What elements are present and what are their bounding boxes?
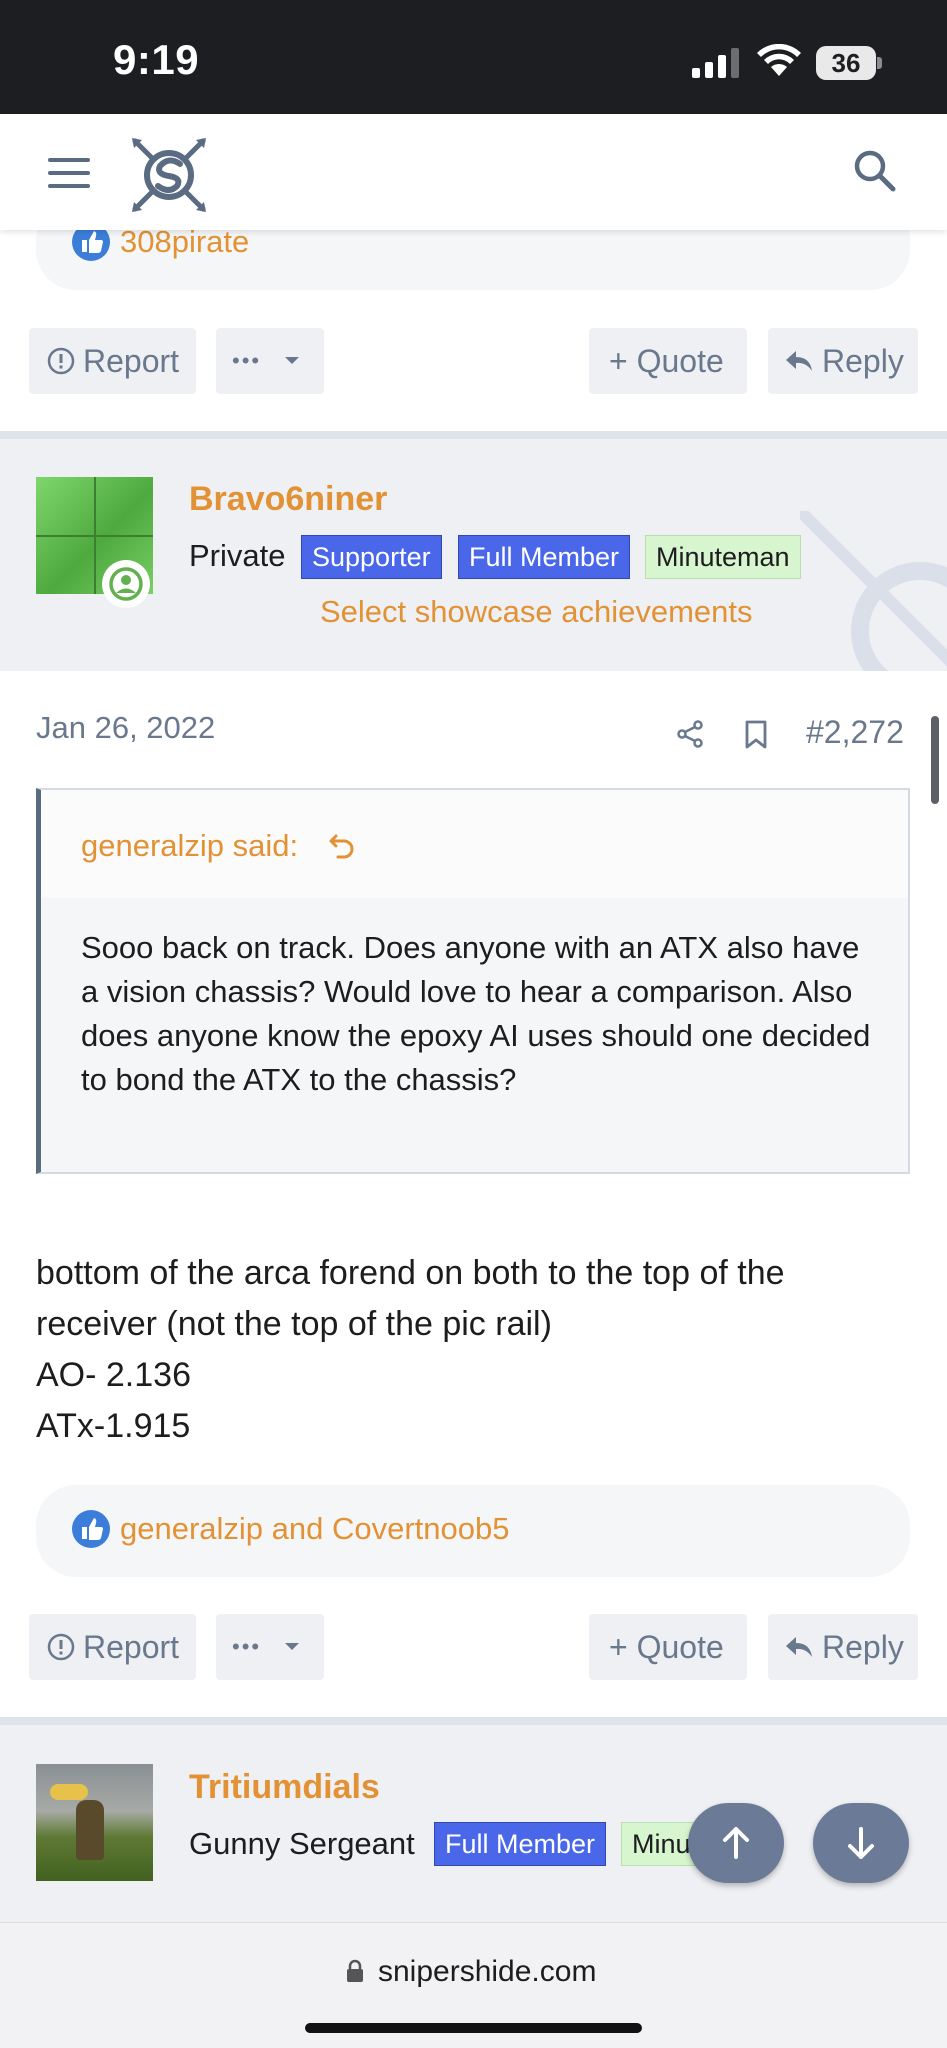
alert-icon bbox=[47, 347, 75, 375]
alert-icon bbox=[47, 1633, 75, 1661]
hamburger-menu-icon[interactable] bbox=[48, 158, 92, 188]
online-status-icon bbox=[102, 560, 150, 608]
showcase-achievements-link[interactable]: Select showcase achievements bbox=[320, 594, 753, 630]
reply-arrow-icon bbox=[786, 1637, 812, 1657]
reply-label: Reply bbox=[822, 1629, 904, 1665]
quote-label: + Quote bbox=[609, 1629, 724, 1665]
post-number[interactable]: #2,272 bbox=[806, 714, 904, 751]
quote-text: Sooo back on track. Does anyone with an … bbox=[81, 930, 871, 1097]
home-indicator[interactable] bbox=[305, 2023, 642, 2033]
user-rank: Gunny Sergeant bbox=[189, 1826, 415, 1861]
more-options-button[interactable]: ••• bbox=[216, 328, 324, 394]
quote-header[interactable]: generalzip said: bbox=[41, 790, 908, 898]
post-body: bottom of the arca forend on both to the… bbox=[36, 1248, 910, 1452]
site-header bbox=[0, 114, 947, 230]
badge-full-member: Full Member bbox=[434, 1822, 607, 1866]
watermark-logo bbox=[800, 511, 947, 671]
more-label: ••• bbox=[232, 1634, 262, 1659]
quote-button[interactable]: + Quote bbox=[589, 328, 747, 394]
reply-arrow-icon bbox=[786, 351, 812, 371]
more-options-button[interactable]: ••• bbox=[216, 1614, 324, 1680]
site-logo[interactable] bbox=[128, 134, 210, 216]
reaction-users[interactable]: generalzip and Covertnoob5 bbox=[120, 1511, 510, 1547]
like-reaction-icon bbox=[72, 1510, 110, 1548]
scroll-up-button[interactable] bbox=[688, 1803, 784, 1883]
status-bar: 9:19 36 bbox=[0, 0, 947, 114]
share-icon[interactable] bbox=[676, 720, 704, 748]
chevron-down-icon bbox=[285, 357, 299, 364]
reply-button[interactable]: Reply bbox=[768, 1614, 918, 1680]
quote-button[interactable]: + Quote bbox=[589, 1614, 747, 1680]
scroll-down-button[interactable] bbox=[813, 1803, 909, 1883]
battery-icon: 36 bbox=[816, 46, 882, 80]
report-label: Report bbox=[83, 1629, 180, 1665]
battery-level: 36 bbox=[816, 46, 876, 80]
search-icon[interactable] bbox=[852, 148, 896, 192]
quote-label: + Quote bbox=[609, 343, 724, 379]
user-rank: Private bbox=[189, 538, 286, 573]
url-text: snipershide.com bbox=[378, 1955, 597, 1988]
lock-icon bbox=[347, 1959, 363, 1982]
post-body-line: ATx-1.915 bbox=[36, 1407, 191, 1445]
scroll-indicator[interactable] bbox=[931, 716, 939, 804]
post-author-name[interactable]: Tritiumdials bbox=[189, 1768, 380, 1807]
arrow-down-icon bbox=[848, 1827, 874, 1859]
jump-to-quote-icon[interactable] bbox=[328, 830, 358, 860]
post-date[interactable]: Jan 26, 2022 bbox=[36, 710, 215, 746]
bookmark-icon[interactable] bbox=[744, 720, 768, 750]
report-label: Report bbox=[83, 343, 180, 379]
post-author-name[interactable]: Bravo6niner bbox=[189, 480, 387, 519]
quote-author[interactable]: generalzip said: bbox=[81, 828, 298, 864]
wifi-icon bbox=[757, 44, 801, 76]
chevron-down-icon bbox=[285, 1643, 299, 1650]
status-time: 9:19 bbox=[113, 36, 200, 83]
cellular-signal-icon bbox=[692, 48, 740, 78]
reply-label: Reply bbox=[822, 343, 904, 379]
arrow-up-icon bbox=[723, 1827, 749, 1859]
more-label: ••• bbox=[232, 348, 262, 373]
badge-full-member: Full Member bbox=[458, 535, 631, 579]
badge-supporter: Supporter bbox=[301, 535, 442, 579]
reply-button[interactable]: Reply bbox=[768, 328, 918, 394]
post-body-line: bottom of the arca forend on both to the… bbox=[36, 1254, 785, 1343]
quote-block: generalzip said: Sooo back on track. Doe… bbox=[36, 788, 910, 1174]
post-body-line: AO- 2.136 bbox=[36, 1356, 191, 1394]
report-button[interactable]: Report bbox=[29, 328, 196, 394]
badge-minuteman: Minuteman bbox=[645, 535, 801, 579]
report-button[interactable]: Report bbox=[29, 1614, 196, 1680]
browser-url-bar[interactable]: snipershide.com bbox=[0, 1922, 947, 2048]
avatar[interactable] bbox=[36, 1764, 153, 1881]
